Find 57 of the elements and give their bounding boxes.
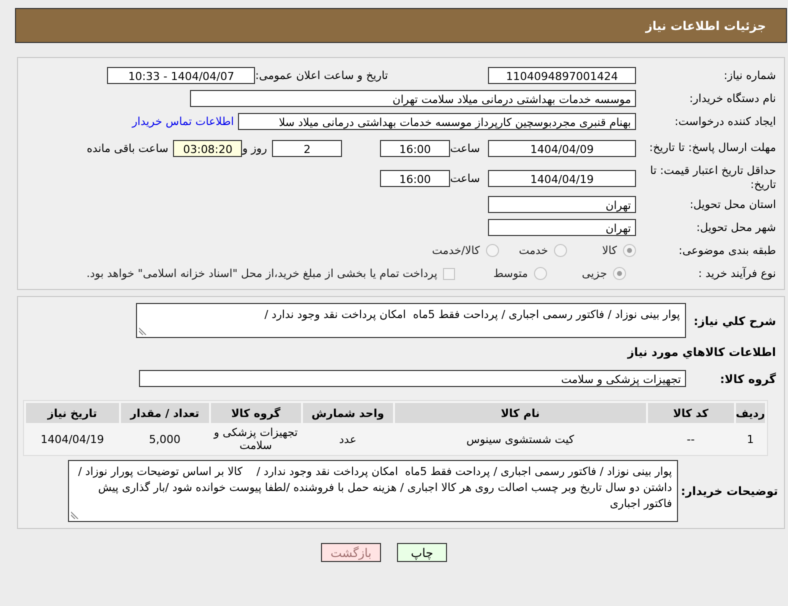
resize-grip-icon[interactable]	[139, 327, 147, 335]
field-label: استان محل تحویل:	[688, 198, 777, 212]
payment-note: پرداخت تمام یا بخشی از مبلغ خرید،از محل "اسناد خزانه اسلامی" خواهد بود.	[86, 267, 438, 280]
field-label: شهر محل تحویل:	[695, 220, 777, 234]
buyer-notes-field[interactable]: پوار بینی نوزاد / فاکتور رسمی اجباری / پرداحت فقط 5ماه امکان پرداخت نقد وجود ندارد / کالا بر اساس توضیحات پورار نوزاد /داشتن دو سال تاریخ وبر چسب اصالت روی هر کالا اجباری / هزینه حمل با فروشنده /لطفا پیوست خوانده شود /بار گذاری پیش فاکتور اجباری	[68, 460, 678, 522]
field-label: ایجاد کننده درخواست:	[674, 114, 777, 128]
checkbox[interactable]	[443, 268, 456, 280]
remaining-time-field: 03:08:20	[173, 140, 242, 156]
goods-group-field: تجهیزات پزشکی و سلامت	[139, 370, 686, 387]
section-title: اطلاعات کالاهاي مورد نياز	[628, 344, 777, 358]
need-number-field: 1104094897001424	[488, 67, 636, 84]
radio-button[interactable]	[534, 267, 547, 280]
field-label: نام دستگاه خریدار:	[688, 92, 777, 106]
reply-date-field: 1404/04/09	[488, 140, 636, 156]
description-field[interactable]: پوار بینی نوزاد / فاکتور رسمی اجباری / پرداحت فقط 5ماه امکان پرداخت نقد وجود ندارد /	[136, 303, 686, 338]
buyer-org-field: موسسه خدمات بهداشتی درمانی میلاد سلامت تهران	[190, 90, 636, 107]
option-label: خدمت	[518, 244, 548, 257]
validity-date-field: 1404/04/19	[488, 170, 636, 186]
field-label: تاریخ و ساعت اعلان عمومی:	[255, 69, 388, 82]
option-label: جزیی	[582, 267, 607, 280]
option-label: متوسط	[493, 267, 528, 280]
print-button[interactable]: چاپ	[397, 543, 447, 562]
province-field: تهران	[488, 196, 636, 213]
announce-date-field: 1404/04/07 - 10:33	[107, 67, 256, 84]
notes-label: توضیحات خریدار:	[680, 484, 779, 498]
reply-time-field: 16:00	[380, 140, 450, 156]
city-field: تهران	[488, 219, 636, 236]
description-label: شرح کلي نياز:	[692, 314, 777, 328]
field-label: مهلت ارسال پاسخ: تا تاریخ:	[648, 141, 777, 155]
buyer-contact-link[interactable]: اطلاعات تماس خریدار	[132, 115, 234, 128]
field-label: طبقه بندی موضوعی:	[678, 244, 777, 258]
column-header: گروه کالا	[210, 403, 301, 423]
radio-button[interactable]	[554, 244, 568, 257]
option-label: کالا	[602, 244, 617, 257]
time-label: ساعت	[450, 142, 480, 154]
group-label: گروه کالا:	[719, 372, 777, 386]
column-header: ردیف	[736, 403, 765, 423]
remaining-label: ساعت باقی مانده	[86, 142, 168, 154]
column-header: تعداد / مقدار	[120, 403, 209, 423]
validity-time-field: 16:00	[380, 170, 450, 186]
radio-button[interactable]	[486, 244, 499, 257]
field-label: نوع فرآیند خرید :	[697, 266, 777, 280]
resize-grip-icon[interactable]	[71, 511, 79, 519]
option-label: کالا/خدمت	[432, 244, 480, 257]
page-title: جزئیات اطلاعات نیاز	[645, 18, 766, 32]
column-header: نام کالا	[394, 403, 646, 423]
field-label: حداقل تاریخ اعتبار قیمت: تا تاریخ:	[649, 164, 777, 192]
time-label: ساعت	[450, 172, 480, 184]
radio-button[interactable]	[613, 267, 626, 280]
field-label: شماره نیاز:	[722, 68, 777, 82]
column-header: کد کالا	[648, 403, 734, 423]
radio-button[interactable]	[623, 244, 636, 257]
column-header: تاریخ نیاز	[26, 403, 119, 423]
days-field: 2	[272, 140, 342, 156]
requester-field: بهنام قنبری مجردبوسچین کارپرداز موسسه خدمات بهداشتی درمانی میلاد سلا	[238, 113, 636, 130]
days-label: روز و	[242, 142, 268, 154]
column-header: واحد شمارش	[302, 403, 393, 423]
